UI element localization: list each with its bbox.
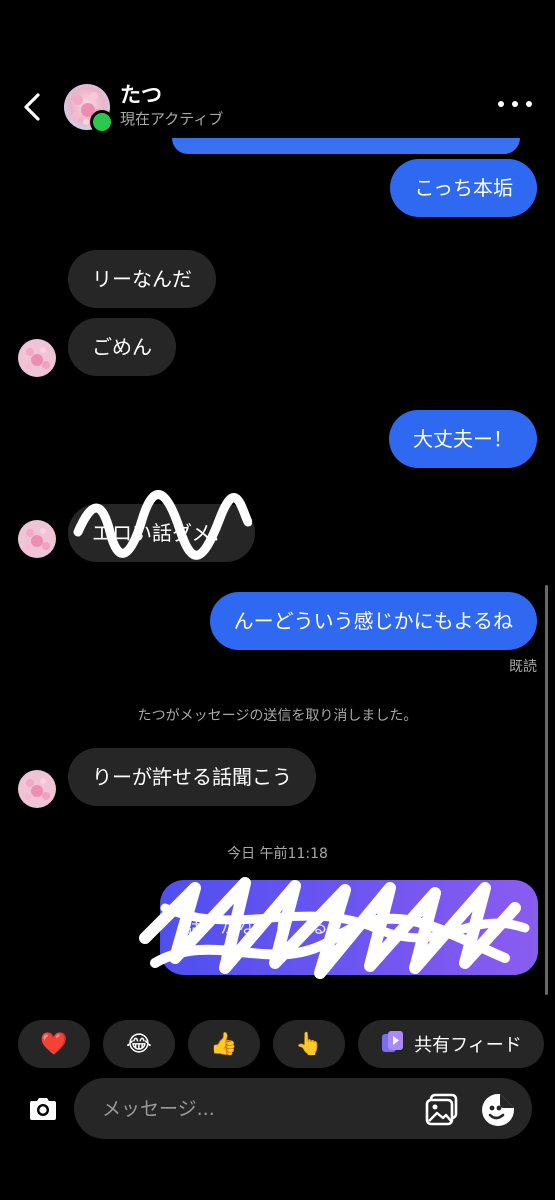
sender-avatar[interactable] [18,520,56,558]
sender-avatar[interactable] [18,339,56,377]
gallery-icon[interactable] [424,1093,460,1127]
thumbs-up-icon: 👍 [210,1031,238,1057]
shared-feed-label: 共有フィード [414,1035,522,1056]
message-bubble-incoming[interactable]: リーなんだ [68,250,216,308]
timestamp: 今日 午前11:18 [227,846,328,862]
sender-avatar[interactable] [18,770,56,808]
message-bubble-outgoing[interactable]: んーどういう感じかにもよるね [209,592,537,650]
reaction-thumbs-up-button[interactable]: 👍 [188,1020,260,1068]
contact-name[interactable]: たつ [120,79,162,109]
point-up-icon: 👆 [295,1031,323,1057]
message-input[interactable] [100,1092,394,1126]
shared-feed-button[interactable]: 共有フィード [358,1020,544,1068]
read-receipt: 既読 [509,659,537,675]
reaction-point-up-button[interactable]: 👆 [273,1020,345,1068]
sticker-icon[interactable] [479,1091,517,1129]
scrollbar[interactable] [545,585,548,995]
online-status-icon [90,110,114,134]
reaction-laugh-button[interactable]: 😂 [103,1020,175,1068]
camera-icon[interactable] [20,1086,66,1132]
message-bubble-incoming[interactable]: りーが許せる話聞こう [68,748,316,806]
unsend-notice: たつがメッセージの送信を取り消しました。 [137,708,418,724]
message-bubble-incoming[interactable]: ごめん [68,318,176,376]
message-bubble-incoming[interactable]: エロい話ダメ？ [68,504,256,562]
reaction-heart-button[interactable]: ❤️ [18,1020,90,1068]
message-bubble-outgoing[interactable]: こっち本垢 [390,159,537,217]
message-bubble-outgoing[interactable]: 大丈夫ー！ [389,410,537,468]
heart-icon: ❤️ [40,1031,68,1057]
message-bubble-outgoing[interactable]: 話 かな ら る あ [160,880,538,975]
back-icon[interactable] [20,90,46,124]
shared-feed-icon [380,1030,406,1059]
more-options-icon[interactable] [498,98,532,110]
message-bubble-partial [172,138,520,154]
laughing-face-icon: 😂 [126,1031,152,1057]
active-status: 現在アクティブ [120,110,224,128]
